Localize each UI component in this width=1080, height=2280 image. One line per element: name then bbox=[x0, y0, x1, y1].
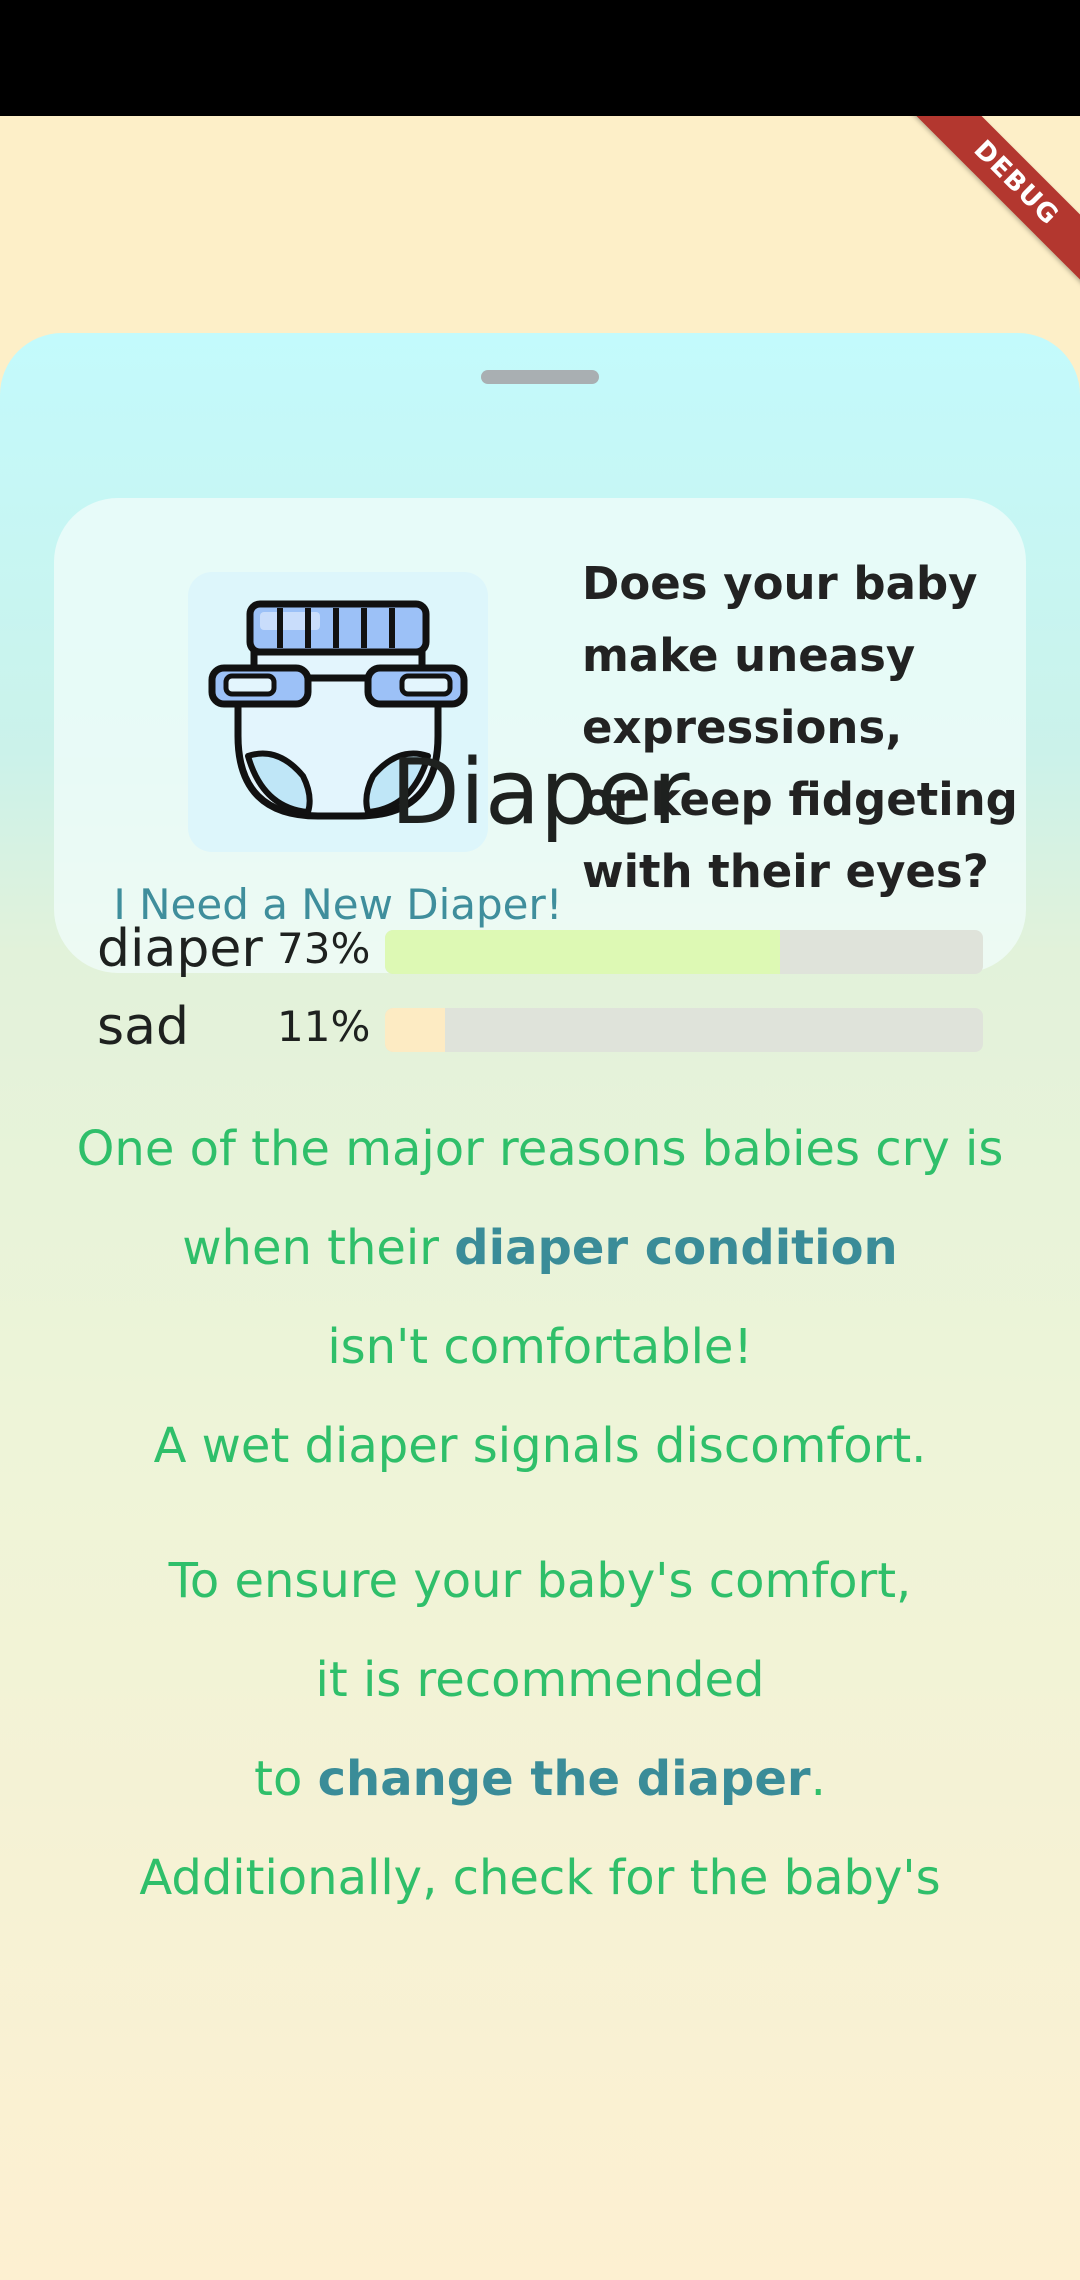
explanation-text-normal: to bbox=[254, 1751, 318, 1807]
explanation-text: One of the major reasons babies cry is w… bbox=[40, 1100, 1040, 1928]
result-title: Diaper bbox=[390, 740, 690, 845]
explanation-text-normal: . bbox=[810, 1751, 826, 1807]
prediction-row-sad: sad 11% bbox=[97, 996, 983, 1058]
info-card: I Need a New Diaper! Does your baby make… bbox=[54, 498, 1026, 973]
explanation-line: to change the diaper. bbox=[40, 1730, 1040, 1829]
status-bar bbox=[0, 0, 1080, 116]
prediction-row-diaper: diaper 73% bbox=[97, 918, 983, 980]
explanation-line: One of the major reasons babies cry is bbox=[76, 1121, 1004, 1177]
prediction-label: diaper bbox=[97, 919, 263, 979]
question-line: with their eyes? bbox=[582, 845, 989, 898]
debug-banner: DEBUG bbox=[900, 116, 1080, 296]
question-line: Does your baby bbox=[582, 557, 978, 610]
explanation-text-normal: when their bbox=[182, 1220, 455, 1276]
explanation-line: it is recommended bbox=[315, 1652, 765, 1708]
explanation-line: A wet diaper signals discomfort. bbox=[153, 1418, 927, 1474]
drag-handle[interactable] bbox=[481, 370, 599, 384]
explanation-line: Additionally, check for the baby's bbox=[139, 1850, 941, 1906]
debug-banner-label: DEBUG bbox=[907, 116, 1080, 292]
explanation-highlight: change the diaper bbox=[317, 1751, 811, 1807]
prediction-bar-track bbox=[385, 930, 983, 974]
explanation-highlight: diaper condition bbox=[454, 1220, 898, 1276]
prediction-label: sad bbox=[97, 997, 189, 1057]
question-line: make uneasy bbox=[582, 629, 916, 682]
question-text: Does your baby make uneasy expressions, … bbox=[582, 548, 1018, 908]
explanation-line: when their diaper condition bbox=[40, 1199, 1040, 1298]
explanation-line: To ensure your baby's comfort, bbox=[168, 1553, 912, 1609]
prediction-bar-track bbox=[385, 1008, 983, 1052]
prediction-bar-fill bbox=[385, 1008, 445, 1052]
prediction-bar-fill bbox=[385, 930, 780, 974]
explanation-line: isn't comfortable! bbox=[327, 1319, 753, 1375]
